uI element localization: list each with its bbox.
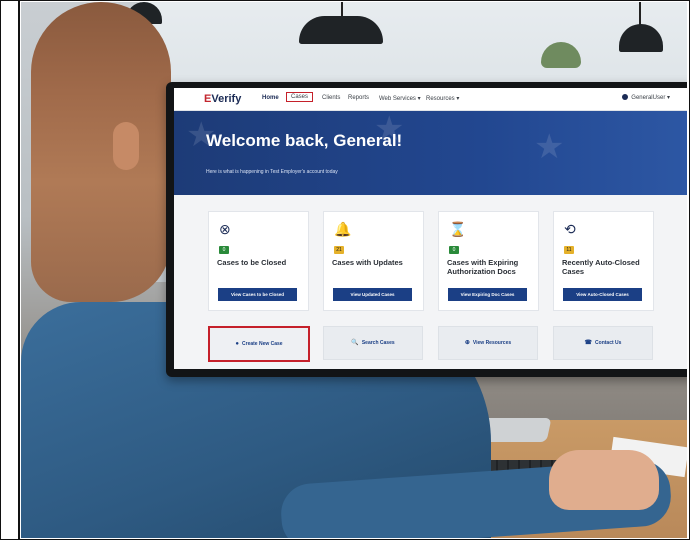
bell-icon: 🔔 xyxy=(334,221,352,237)
nav-clients[interactable]: Clients xyxy=(322,95,340,101)
card-title: Cases with Updates xyxy=(332,258,403,267)
count-badge: 0 xyxy=(219,246,229,254)
card-title: Cases with Expiring Authorization Docs xyxy=(447,258,519,276)
action-label: View Resources xyxy=(472,340,512,346)
view-auto-closed-cases-button[interactable]: View Auto-Closed Cases xyxy=(563,288,642,301)
top-nav: EVerify Home Cases Clients Reports Web S… xyxy=(174,88,687,111)
nav-reports[interactable]: Reports xyxy=(348,95,369,101)
close-circle-icon: ⊗ xyxy=(219,221,231,237)
action-label: Search Cases xyxy=(361,340,395,346)
view-cases-to-be-closed-button[interactable]: View Cases to be Closed xyxy=(218,288,297,301)
everify-logo[interactable]: EVerify xyxy=(204,93,241,105)
action-label: Create New Case xyxy=(242,341,283,347)
logo-text: Verify xyxy=(211,93,242,105)
card-cases-with-updates: 🔔 21 Cases with Updates View Updated Cas… xyxy=(323,211,424,311)
phone-icon: ☎ xyxy=(584,340,593,346)
view-expiring-doc-cases-button[interactable]: View Expiring Doc Cases xyxy=(448,288,527,301)
card-title: Recently Auto-Closed Cases xyxy=(562,258,640,276)
nav-cases[interactable]: Cases xyxy=(286,92,314,102)
resources-icon: ⊕ xyxy=(464,340,470,346)
refresh-icon: ⟲ xyxy=(564,221,576,237)
count-badge: 21 xyxy=(334,246,344,254)
frame-divider xyxy=(18,0,20,540)
welcome-banner: ★ ★ ★ Welcome back, General! Here is wha… xyxy=(174,110,687,195)
hourglass-icon: ⌛ xyxy=(449,221,467,237)
nav-resources[interactable]: Resources ▾ xyxy=(426,95,459,102)
count-badge: 0 xyxy=(449,246,459,254)
nav-web-services[interactable]: Web Services ▾ xyxy=(379,95,421,102)
view-resources-button[interactable]: ⊕ View Resources xyxy=(438,326,538,360)
pendant-lamp xyxy=(299,16,383,44)
user-menu[interactable]: GeneralUser ▾ xyxy=(622,94,670,101)
search-icon: 🔍 xyxy=(351,340,359,346)
welcome-subtitle: Here is what is happening in Test Employ… xyxy=(206,169,338,175)
star-icon: ★ xyxy=(534,128,565,166)
monitor: EVerify Home Cases Clients Reports Web S… xyxy=(166,82,687,377)
create-new-case-button[interactable]: ● Create New Case xyxy=(208,326,310,362)
person-head xyxy=(31,2,171,302)
card-title: Cases to be Closed xyxy=(217,258,287,267)
view-updated-cases-button[interactable]: View Updated Cases xyxy=(333,288,412,301)
plus-circle-icon: ● xyxy=(235,341,240,347)
background-photo: EVerify Home Cases Clients Reports Web S… xyxy=(21,2,687,538)
card-expiring-docs: ⌛ 0 Cases with Expiring Authorization Do… xyxy=(438,211,539,311)
card-cases-to-be-closed: ⊗ 0 Cases to be Closed View Cases to be … xyxy=(208,211,309,311)
everify-screen: EVerify Home Cases Clients Reports Web S… xyxy=(174,88,687,369)
person-ear xyxy=(113,122,139,170)
card-auto-closed: ⟲ 11 Recently Auto-Closed Cases View Aut… xyxy=(553,211,654,311)
welcome-title: Welcome back, General! xyxy=(206,131,403,150)
user-icon xyxy=(622,94,629,101)
user-name: GeneralUser ▾ xyxy=(631,95,670,101)
contact-us-button[interactable]: ☎ Contact Us xyxy=(553,326,653,360)
action-label: Contact Us xyxy=(595,340,622,346)
person-hand xyxy=(549,450,659,510)
count-badge: 11 xyxy=(564,246,574,254)
nav-home[interactable]: Home xyxy=(262,95,279,101)
search-cases-button[interactable]: 🔍 Search Cases xyxy=(323,326,423,360)
